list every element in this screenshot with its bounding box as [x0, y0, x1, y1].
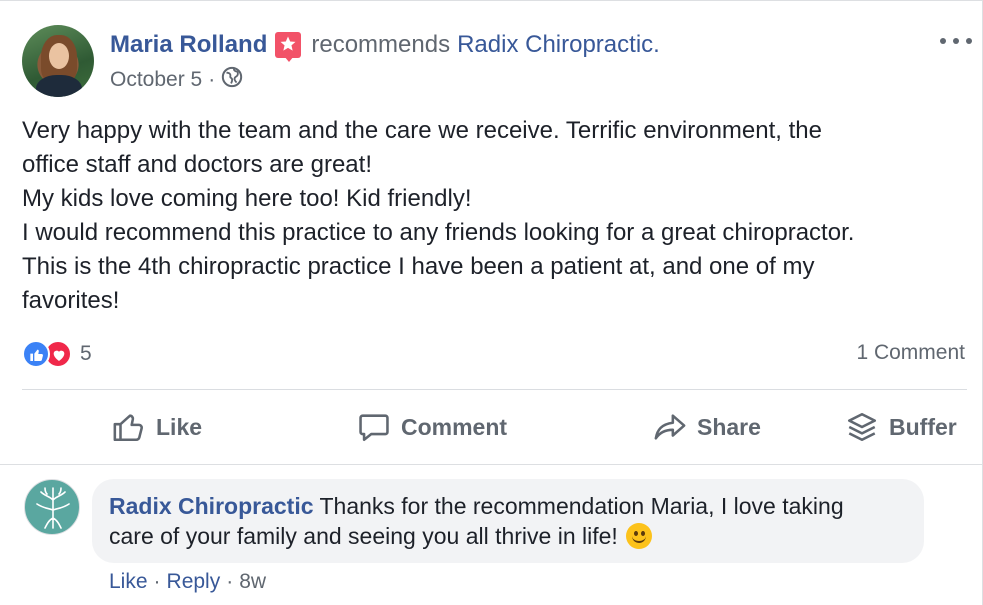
thumbs-up-icon	[113, 414, 143, 442]
like-label: Like	[156, 413, 203, 440]
comment-author[interactable]: Radix Chiropractic	[109, 493, 314, 519]
comment-text-line: Thanks for the recommendation Maria, I l…	[313, 493, 844, 519]
share-button[interactable]: Share	[653, 401, 761, 453]
divider	[22, 389, 967, 390]
comments-separator	[0, 464, 983, 465]
share-label: Share	[697, 413, 761, 440]
comment-label: Comment	[401, 413, 508, 440]
post-header: Maria Rolland recommends Radix Chiroprac…	[110, 30, 660, 62]
comment-reply-link[interactable]: Reply	[167, 570, 221, 594]
post-text-line: office staff and doctors are great!	[22, 151, 372, 178]
action-bar: Like Comment Share Buffer	[0, 401, 983, 453]
buffer-icon	[847, 412, 877, 442]
comment-like-link[interactable]: Like	[109, 570, 148, 594]
comment-button[interactable]: Comment	[357, 401, 507, 453]
commenter-avatar[interactable]	[24, 479, 80, 535]
post-text-line: favorites!	[22, 287, 120, 314]
post-text-line: I would recommend this practice to any f…	[22, 219, 855, 246]
comment-count[interactable]: 1 Comment	[856, 341, 965, 365]
meta-separator: ·	[208, 68, 216, 91]
smiley-emoji-icon	[626, 523, 653, 549]
post-text: Very happy with the team and the care we…	[22, 114, 972, 318]
post-card: Maria Rolland recommends Radix Chiroprac…	[0, 0, 983, 605]
recommends-text: recommends	[311, 31, 451, 58]
post-date[interactable]: October 5	[110, 68, 202, 92]
recommend-star-icon	[275, 32, 302, 62]
comment-action-separator: ·	[153, 570, 161, 593]
comment-text: Radix Chiropractic Thanks for the recomm…	[109, 491, 909, 551]
buffer-button[interactable]: Buffer	[845, 401, 957, 453]
post-text-line: Very happy with the team and the care we…	[22, 117, 822, 144]
page-link[interactable]: Radix Chiropractic.	[457, 31, 660, 59]
reaction-count: 5	[80, 342, 92, 365]
share-icon	[654, 414, 686, 440]
reactions-summary[interactable]: 5	[22, 339, 92, 369]
author-name[interactable]: Maria Rolland	[110, 31, 267, 59]
author-avatar[interactable]	[22, 25, 94, 97]
comment-timestamp[interactable]: 8w	[239, 570, 266, 594]
comment-text-line: care of your family and seeing you all t…	[109, 523, 625, 549]
comment-bubble: Radix Chiropractic Thanks for the recomm…	[92, 479, 924, 563]
ellipsis-icon[interactable]	[940, 31, 972, 51]
comment-action-separator: ·	[226, 570, 234, 593]
buffer-label: Buffer	[889, 413, 957, 440]
like-button[interactable]: Like	[112, 401, 202, 453]
comment-icon	[359, 414, 389, 442]
post-meta: October 5 ·	[110, 66, 243, 94]
post-text-line: This is the 4th chiropractic practice I …	[22, 253, 815, 280]
like-reaction-icon	[22, 340, 50, 368]
comment-actions: Like · Reply · 8w	[109, 569, 266, 595]
post-text-line: My kids love coming here too! Kid friend…	[22, 185, 472, 212]
globe-icon	[221, 66, 243, 94]
